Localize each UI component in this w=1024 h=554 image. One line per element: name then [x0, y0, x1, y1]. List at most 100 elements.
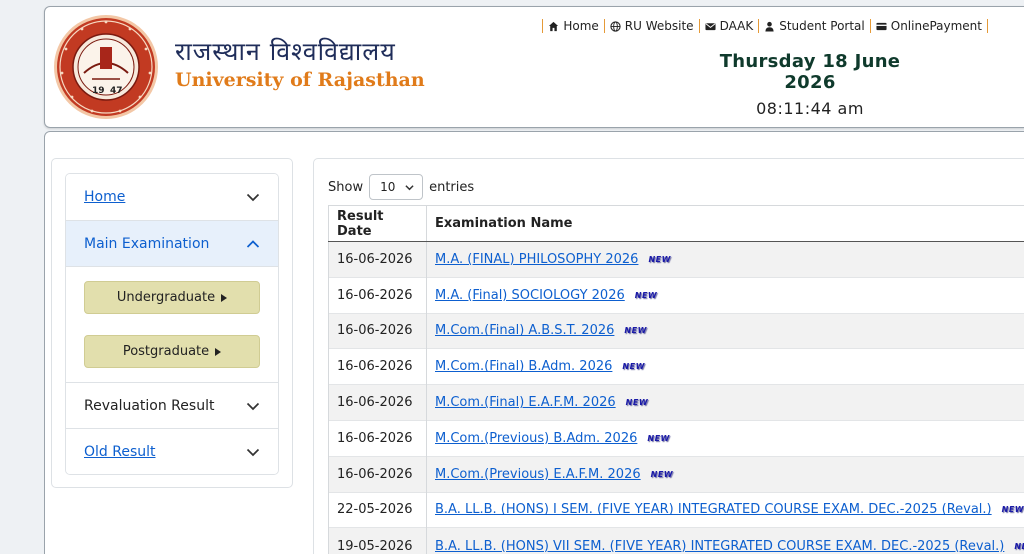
table-row: 16-06-2026 M.Com.(Final) A.B.S.T. 2026 NEW: [328, 312, 1024, 349]
table-row: 16-06-2026 M.A. (Final) SOCIOLOGY 2026 NEW: [328, 276, 1024, 314]
card-icon: [876, 22, 887, 30]
nav-daak-link[interactable]: DAAK: [705, 19, 754, 33]
brand-name-hindi: राजस्थान विश्वविद्यालय: [175, 37, 396, 66]
result-date-cell: 16-06-2026: [328, 455, 427, 493]
sidebar: Home Main Examination Undergraduate Post…: [51, 158, 293, 488]
current-datetime: Thursday 18 June 2026 08:11:44 am: [705, 51, 915, 118]
examination-result-link[interactable]: M.Com.(Previous) B.Adm. 2026: [435, 431, 637, 446]
nav-home-label: Home: [563, 19, 599, 33]
postgraduate-button-label: Postgraduate: [122, 344, 210, 359]
nav-home-link[interactable]: Home: [548, 19, 599, 33]
chevron-up-icon: [246, 239, 260, 248]
examination-result-link[interactable]: M.Com.(Final) B.Adm. 2026: [435, 359, 612, 374]
table-row: 19-05-2026 B.A. LL.B. (HONS) VII SEM. (FI…: [328, 527, 1024, 554]
nav-student-portal-label: Student Portal: [779, 19, 865, 33]
sidebar-item-revaluation-result-label: Revaluation Result: [84, 397, 215, 414]
sidebar-item-home[interactable]: Home: [66, 174, 278, 220]
result-date-cell: 16-06-2026: [328, 276, 427, 314]
examination-name-cell: M.A. (FINAL) PHILOSOPHY 2026 NEW: [426, 241, 1024, 278]
university-seal-logo: 19 47: [54, 15, 158, 119]
page-length-select[interactable]: 10: [369, 174, 424, 200]
nav-ru-website-link[interactable]: RU Website: [610, 19, 694, 33]
new-badge-icon: NEW: [625, 398, 649, 408]
examination-name-cell: M.Com.(Previous) E.A.F.M. 2026 NEW: [426, 455, 1024, 493]
table-row: 16-06-2026 M.Com.(Previous) B.Adm. 2026 NE…: [328, 419, 1024, 457]
table-row: 16-06-2026 M.Com.(Final) B.Adm. 2026 NEW: [328, 348, 1024, 385]
nav-ru-website-label: RU Website: [624, 19, 694, 33]
chevron-down-icon: [405, 184, 414, 190]
result-date-cell: 16-06-2026: [328, 312, 427, 349]
new-badge-icon: NEW: [634, 290, 658, 300]
brand-wordmark: राजस्थान विश्वविद्यालय University of Raj…: [175, 37, 425, 93]
brand-name-english: University of Rajasthan: [175, 69, 425, 91]
user-icon: [765, 21, 774, 32]
caret-right-icon: [221, 293, 228, 302]
main-examination-submenu: Undergraduate Postgraduate: [66, 266, 278, 382]
examination-result-link[interactable]: M.A. (FINAL) PHILOSOPHY 2026: [435, 252, 638, 267]
nav-online-payment-link[interactable]: OnlinePayment: [876, 19, 982, 33]
seal-year-right: 47: [110, 86, 123, 96]
examination-name-cell: M.Com.(Previous) B.Adm. 2026 NEW: [426, 419, 1024, 457]
examination-name-cell: B.A. LL.B. (HONS) I SEM. (FIVE YEAR) INT…: [426, 491, 1024, 528]
chevron-down-icon: [246, 448, 260, 456]
top-nav: Home RU Website DAAK Student Portal Onli…: [537, 19, 993, 33]
caret-right-icon: [215, 347, 222, 356]
sidebar-item-revaluation-result[interactable]: Revaluation Result: [66, 382, 278, 428]
column-header-result-date[interactable]: Result Date: [328, 205, 427, 242]
results-table: Result Date Examination Name 16-06-2026 M…: [328, 205, 1024, 554]
sidebar-accordion: Home Main Examination Undergraduate Post…: [65, 173, 279, 475]
result-date-cell: 16-06-2026: [328, 384, 427, 421]
table-row: 16-06-2026 M.Com.(Final) E.A.F.M. 2026 NEW: [328, 384, 1024, 421]
new-badge-icon: NEW: [647, 433, 670, 443]
sidebar-item-main-examination-label: Main Examination: [84, 235, 210, 252]
column-header-examination-name[interactable]: Examination Name: [426, 205, 1024, 242]
home-icon: [549, 21, 559, 31]
seal-year-left: 19: [92, 86, 105, 96]
new-badge-icon: NEW: [648, 254, 671, 264]
chevron-down-icon: [246, 402, 260, 410]
envelope-icon: [705, 22, 716, 30]
table-row: 16-06-2026 M.Com.(Previous) E.A.F.M. 2026…: [328, 455, 1024, 493]
undergraduate-button[interactable]: Undergraduate: [84, 281, 260, 314]
main-panel: Home Main Examination Undergraduate Post…: [44, 131, 1024, 554]
sidebar-item-home-label[interactable]: Home: [84, 189, 125, 205]
examination-name-cell: B.A. LL.B. (HONS) VII SEM. (FIVE YEAR) I…: [426, 527, 1024, 554]
result-date-cell: 16-06-2026: [328, 348, 427, 385]
result-date-cell: 16-06-2026: [328, 419, 427, 457]
results-table-section: Show 10 entries Result Date Examination …: [313, 158, 1024, 554]
entries-label: entries: [429, 179, 475, 195]
examination-result-link[interactable]: M.A. (Final) SOCIOLOGY 2026: [435, 288, 625, 303]
sidebar-item-old-result-label[interactable]: Old Result: [84, 444, 156, 460]
nav-online-payment-label: OnlinePayment: [890, 19, 982, 33]
postgraduate-button[interactable]: Postgraduate: [84, 335, 260, 368]
result-date-cell: 16-06-2026: [328, 241, 427, 278]
examination-result-link[interactable]: B.A. LL.B. (HONS) VII SEM. (FIVE YEAR) I…: [435, 539, 1004, 554]
examination-result-link[interactable]: M.Com.(Previous) E.A.F.M. 2026: [435, 467, 641, 482]
examination-name-cell: M.Com.(Final) E.A.F.M. 2026 NEW: [426, 384, 1024, 421]
nav-student-portal-link[interactable]: Student Portal: [764, 19, 865, 33]
globe-icon: [610, 20, 621, 32]
results-table-body: 16-06-2026 M.A. (FINAL) PHILOSOPHY 2026 NE…: [328, 241, 1024, 554]
examination-name-cell: M.Com.(Final) B.Adm. 2026 NEW: [426, 348, 1024, 385]
nav-daak-label: DAAK: [719, 19, 754, 33]
undergraduate-button-label: Undergraduate: [116, 290, 216, 305]
new-badge-icon: NEW: [624, 326, 647, 336]
site-header: 19 47 राजस्थान विश्वविद्यालय University …: [44, 6, 1024, 128]
result-date-cell: 22-05-2026: [328, 491, 427, 528]
examination-result-link[interactable]: M.Com.(Final) A.B.S.T. 2026: [435, 323, 614, 338]
examination-result-link[interactable]: M.Com.(Final) E.A.F.M. 2026: [435, 395, 616, 410]
new-badge-icon: NEW: [650, 469, 674, 479]
current-time: 08:11:44 am: [756, 99, 864, 118]
table-row: 22-05-2026 B.A. LL.B. (HONS) I SEM. (FIVE…: [328, 491, 1024, 528]
current-date: Thursday 18 June 2026: [719, 51, 901, 93]
examination-result-link[interactable]: B.A. LL.B. (HONS) I SEM. (FIVE YEAR) INT…: [435, 502, 992, 517]
result-date-cell: 19-05-2026: [328, 527, 427, 554]
examination-name-cell: M.Com.(Final) A.B.S.T. 2026 NEW: [426, 312, 1024, 349]
sidebar-item-old-result[interactable]: Old Result: [66, 428, 278, 474]
page-length-value: 10: [380, 180, 396, 194]
examination-name-cell: M.A. (Final) SOCIOLOGY 2026 NEW: [426, 276, 1024, 314]
table-header-row: Result Date Examination Name: [328, 205, 1024, 242]
page-length-control: Show 10 entries: [328, 174, 474, 200]
new-badge-icon: NEW: [1014, 541, 1024, 551]
sidebar-item-main-examination[interactable]: Main Examination: [66, 220, 278, 266]
